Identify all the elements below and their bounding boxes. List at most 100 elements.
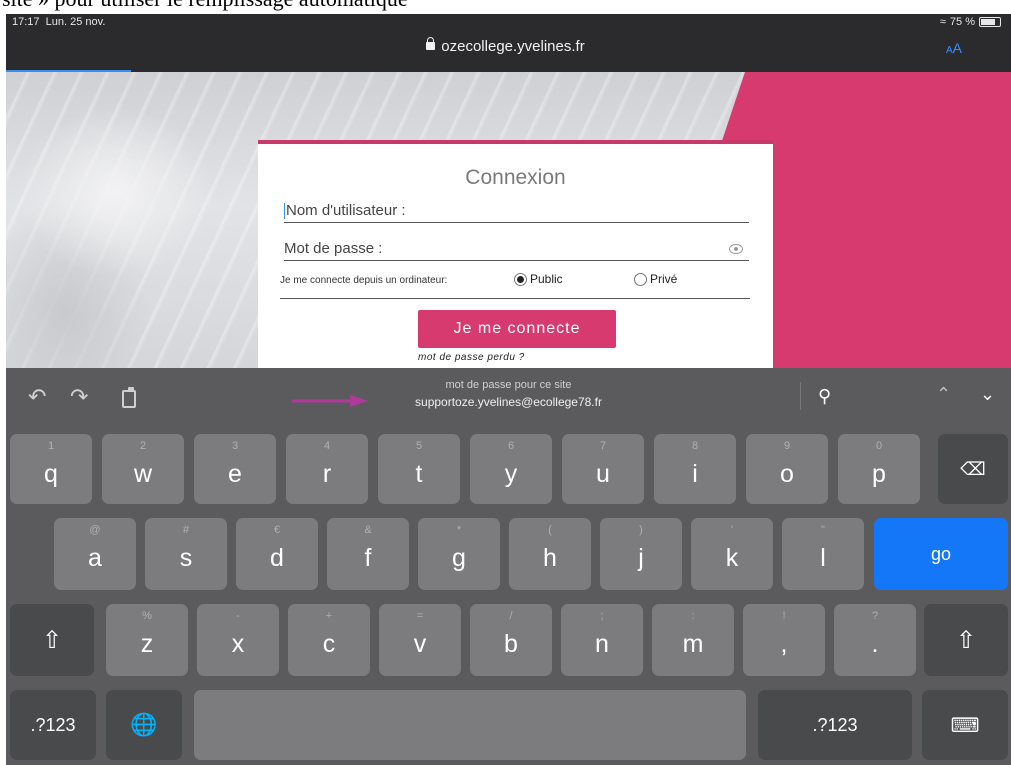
radio-checked-icon	[514, 272, 527, 286]
key-label: u	[596, 460, 610, 488]
wifi-icon: ≈	[939, 16, 946, 28]
username-field[interactable]: Nom d'utilisateur :	[284, 200, 749, 223]
key-f[interactable]: & f	[327, 518, 409, 590]
key-l[interactable]: " l	[782, 518, 864, 590]
key-alt-label: 5	[415, 440, 423, 452]
key-alt-label: €	[273, 524, 281, 536]
key-alt-label: 3	[231, 440, 239, 452]
key-j[interactable]: ) j	[600, 518, 682, 590]
key-alt-label: (	[548, 524, 552, 536]
eye-icon[interactable]	[729, 244, 743, 254]
caption-strip: site » pour utiliser le remplissage auto…	[0, 0, 1011, 14]
username-label: Nom d'utilisateur :	[286, 202, 406, 219]
key-label: v	[413, 630, 427, 658]
key-k[interactable]: ' k	[691, 518, 773, 590]
key-y[interactable]: 6y	[470, 434, 552, 504]
key-x[interactable]: -x	[197, 604, 279, 676]
status-date: Lun. 25 nov.	[45, 16, 106, 28]
key-comma[interactable]: !,	[743, 604, 825, 676]
key-alt-label: +	[325, 610, 333, 622]
key-alt-label: :	[691, 610, 695, 622]
key-o[interactable]: 9o	[746, 434, 828, 504]
hide-keyboard-key[interactable]: ⌨	[922, 690, 1008, 760]
key-alt-label: 0	[875, 440, 883, 452]
key-p[interactable]: 0p	[838, 434, 920, 504]
keyboard-hide-icon: ⌨	[950, 714, 980, 737]
key-alt-label: !	[782, 610, 786, 622]
radio-private[interactable]: Privé	[634, 272, 677, 286]
numbers-key-right[interactable]: .?123	[758, 690, 912, 760]
shift-right-key[interactable]: ⇧	[924, 604, 1008, 676]
key-alt-label: @	[89, 524, 101, 536]
key-icon[interactable]: ⚲	[818, 386, 831, 407]
globe-key[interactable]: 🌐	[106, 690, 182, 760]
key-label: e	[228, 460, 242, 488]
key-i[interactable]: 8i	[654, 434, 736, 504]
key-g[interactable]: * g	[418, 518, 500, 590]
text-caret	[284, 203, 285, 220]
key-h[interactable]: (h	[509, 518, 591, 590]
key-period[interactable]: ?.	[834, 604, 916, 676]
key-a[interactable]: @ a	[54, 518, 136, 590]
key-label: x	[231, 630, 245, 658]
go-key[interactable]: go	[874, 518, 1008, 590]
key-alt-label: =	[416, 610, 424, 622]
key-alt-label: ?	[871, 610, 879, 622]
key-t[interactable]: 5t	[378, 434, 460, 504]
address-bar[interactable]: ozecollege.yvelines.fr	[0, 37, 1011, 55]
globe-icon: 🌐	[130, 712, 158, 737]
shift-left-key[interactable]: ⇧	[10, 604, 94, 676]
key-label: n	[595, 630, 609, 658]
radio-public[interactable]: Public	[514, 272, 563, 286]
toolbar-separator	[800, 382, 801, 410]
key-alt-label: '	[730, 524, 734, 536]
key-label: k	[725, 544, 739, 572]
key-v[interactable]: = v	[379, 604, 461, 676]
connection-type-row: Je me connecte depuis un ordinateur: Pub…	[280, 272, 750, 299]
key-c[interactable]: + c	[288, 604, 370, 676]
space-key[interactable]	[194, 690, 746, 760]
key-w[interactable]: 2w	[102, 434, 184, 504]
key-m[interactable]: :m	[652, 604, 734, 676]
chevron-up-icon[interactable]: ⌃	[936, 384, 951, 405]
key-alt-label: 9	[783, 440, 791, 452]
web-page: Connexion Nom d'utilisateur : Mot de pas…	[6, 72, 1011, 368]
key-n[interactable]: ; n	[561, 604, 643, 676]
key-alt-label: *	[456, 524, 462, 536]
status-time: 17:17	[12, 16, 40, 28]
autofill-suggestion-value[interactable]: supportoze.yvelines@ecollege78.fr	[6, 395, 1011, 409]
forgot-password-link[interactable]: mot de passe perdu ?	[418, 352, 525, 363]
key-label: c	[322, 630, 336, 658]
key-alt-label: &	[364, 524, 372, 536]
key-r[interactable]: 4r	[286, 434, 368, 504]
url-text: ozecollege.yvelines.fr	[441, 38, 585, 55]
key-label: o	[780, 460, 794, 488]
delete-icon: ⌫	[960, 458, 986, 479]
key-label: j	[638, 544, 644, 572]
key-label: ,	[780, 630, 788, 658]
key-s[interactable]: # s	[145, 518, 227, 590]
reader-settings-button[interactable]: AA	[946, 40, 962, 56]
key-z[interactable]: % z	[106, 604, 188, 676]
key-u[interactable]: 7u	[562, 434, 644, 504]
key-label: h	[543, 544, 557, 572]
chevron-down-icon[interactable]: ⌄	[980, 384, 995, 405]
key-b[interactable]: / b	[470, 604, 552, 676]
autofill-suggestion-title[interactable]: mot de passe pour ce site	[6, 379, 1011, 391]
battery-fill	[981, 19, 995, 25]
key-alt-label: 7	[599, 440, 607, 452]
password-field[interactable]: Mot de passe :	[284, 238, 749, 261]
delete-key[interactable]: ⌫	[938, 434, 1008, 504]
key-alt-label: /	[509, 610, 513, 622]
key-label: y	[504, 460, 518, 488]
login-card: Connexion Nom d'utilisateur : Mot de pas…	[258, 140, 773, 368]
login-button[interactable]: Je me connecte	[418, 310, 616, 348]
shift-icon: ⇧	[41, 626, 63, 654]
key-label: p	[872, 460, 886, 488]
numbers-key-left[interactable]: .?123	[10, 690, 96, 760]
key-label: z	[140, 630, 154, 658]
key-d[interactable]: € d	[236, 518, 318, 590]
key-label: m	[682, 630, 704, 658]
key-e[interactable]: 3e	[194, 434, 276, 504]
key-q[interactable]: 1q	[10, 434, 92, 504]
